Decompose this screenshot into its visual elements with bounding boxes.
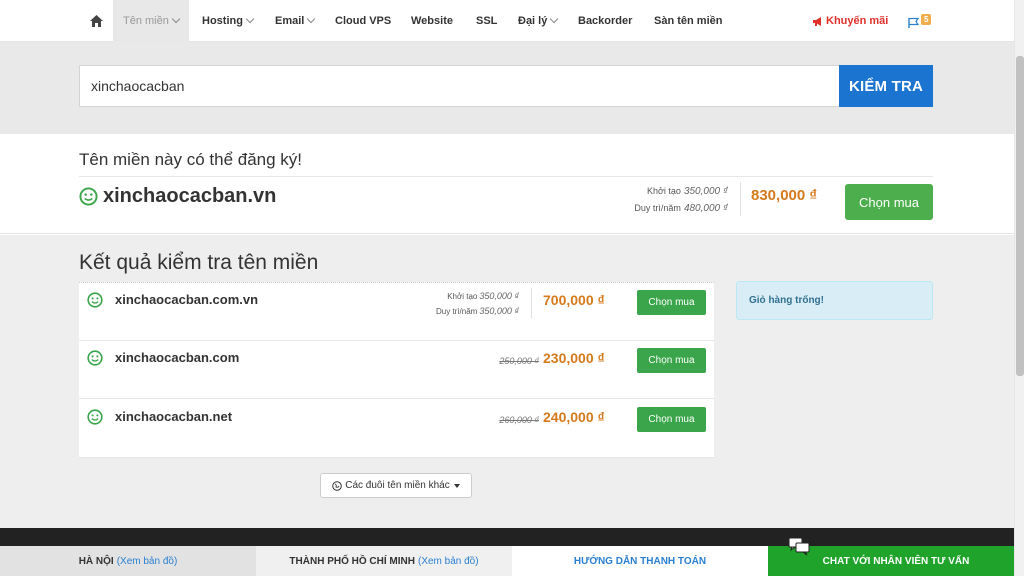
more-extensions-button[interactable]: Các đuôi tên miền khác <box>320 473 472 498</box>
globe-icon <box>332 480 343 491</box>
divider <box>531 288 532 318</box>
domain-name: xinchaocacban.net <box>115 409 233 424</box>
results-list: xinchaocacban.com.vn Khởi tạo 350,000 ₫ D… <box>79 282 714 458</box>
nav-item-ssl[interactable]: SSL <box>466 0 507 42</box>
available-domain-name: xinchaocacban.vn <box>103 185 277 207</box>
divider <box>740 182 741 216</box>
home-button[interactable] <box>80 0 112 42</box>
notification-badge: 5 <box>921 14 932 25</box>
buy-button[interactable]: Chọn mua <box>637 407 706 432</box>
buy-button[interactable]: Chọn mua <box>845 184 933 220</box>
contact-bar: HÀ NỘI (Xem bản đồ) THÀNH PHỐ HỒ CHÍ MINH… <box>0 546 1024 576</box>
buy-button[interactable]: Chọn mua <box>637 290 706 315</box>
smile-icon <box>79 187 98 206</box>
search-section: xinchaocacban KIỂM TRA <box>0 42 1014 134</box>
list-item: xinchaocacban.com.vn Khởi tạo 350,000 ₫ D… <box>79 283 714 341</box>
smile-icon <box>87 409 103 425</box>
home-icon <box>89 15 103 27</box>
footer <box>0 528 1014 546</box>
cart-panel: Giỏ hàng trống! <box>736 281 933 320</box>
divider <box>79 176 933 177</box>
check-button[interactable]: KIỂM TRA <box>839 65 933 107</box>
hanoi-map-link[interactable]: (Xem bản đồ) <box>117 556 178 567</box>
domain-name: xinchaocacban.com.vn <box>115 292 259 307</box>
chevron-down-icon <box>550 14 559 24</box>
domain-search-input[interactable]: xinchaocacban <box>79 65 841 107</box>
domain-price: 700,000 ₫ <box>543 292 605 308</box>
available-price: 830,000 ₫ <box>751 187 818 204</box>
caret-down-icon <box>453 483 460 488</box>
hanoi-office: HÀ NỘI (Xem bản đồ) <box>0 546 256 576</box>
nav-item-email[interactable]: Email <box>265 0 324 42</box>
list-item: xinchaocacban.net 260,000 ₫ 240,000 ₫ Ch… <box>79 400 714 458</box>
top-navigation: Tên miền Hosting Email Cloud VPS Website… <box>0 0 1014 42</box>
fee-details: Khởi tạo 350,000 ₫ Duy trì/năm 480,000 ₫ <box>634 186 728 214</box>
nav-item-backorder[interactable]: Backorder <box>568 0 642 42</box>
nav-item-reseller[interactable]: Đại lý <box>508 0 567 42</box>
payment-guide-link[interactable]: HƯỚNG DẪN THANH TOÁN <box>512 546 768 576</box>
chevron-down-icon <box>307 14 316 24</box>
nav-item-website[interactable]: Website <box>401 0 463 42</box>
available-heading: Tên miền này có thể đăng ký! <box>79 150 303 169</box>
page: Tên miền Hosting Email Cloud VPS Website… <box>0 0 1024 576</box>
scrollbar[interactable] <box>1014 0 1024 576</box>
fee-details: Khởi tạo 350,000 ₫ Duy trì/năm 350,000 ₫ <box>436 291 519 316</box>
chat-icon <box>788 537 810 556</box>
flag-icon <box>908 17 920 28</box>
hcm-map-link[interactable]: (Xem bản đồ) <box>418 556 479 567</box>
domain-price: 230,000 ₫ <box>543 350 605 366</box>
domain-price: 240,000 ₫ <box>543 409 605 425</box>
hcm-office: THÀNH PHỐ HỒ CHÍ MINH (Xem bản đồ) <box>256 546 512 576</box>
notifications-button[interactable]: 5 <box>908 14 932 28</box>
nav-item-hosting[interactable]: Hosting <box>192 0 263 42</box>
nav-item-cloud-vps[interactable]: Cloud VPS <box>325 0 401 42</box>
nav-item-marketplace[interactable]: Sàn tên miền <box>644 0 732 42</box>
chevron-down-icon <box>171 14 181 24</box>
smile-icon <box>87 292 103 308</box>
domain-name: xinchaocacban.com <box>115 350 240 365</box>
smile-icon <box>87 350 103 366</box>
megaphone-icon <box>813 16 821 26</box>
scrollbar-thumb[interactable] <box>1016 56 1024 376</box>
nav-item-domains[interactable]: Tên miền <box>113 0 189 42</box>
buy-button[interactable]: Chọn mua <box>637 348 706 373</box>
original-price: 260,000 ₫ <box>499 415 539 425</box>
results-heading: Kết quả kiểm tra tên miền <box>79 251 319 274</box>
original-price: 250,000 ₫ <box>499 356 539 366</box>
available-domain-section: Tên miền này có thể đăng ký! xinchaocacb… <box>0 134 1014 234</box>
chevron-down-icon <box>245 14 255 24</box>
promo-link[interactable]: Khuyến mãi <box>812 0 888 42</box>
list-item: xinchaocacban.com 250,000 ₫ 230,000 ₫ Ch… <box>79 341 714 399</box>
